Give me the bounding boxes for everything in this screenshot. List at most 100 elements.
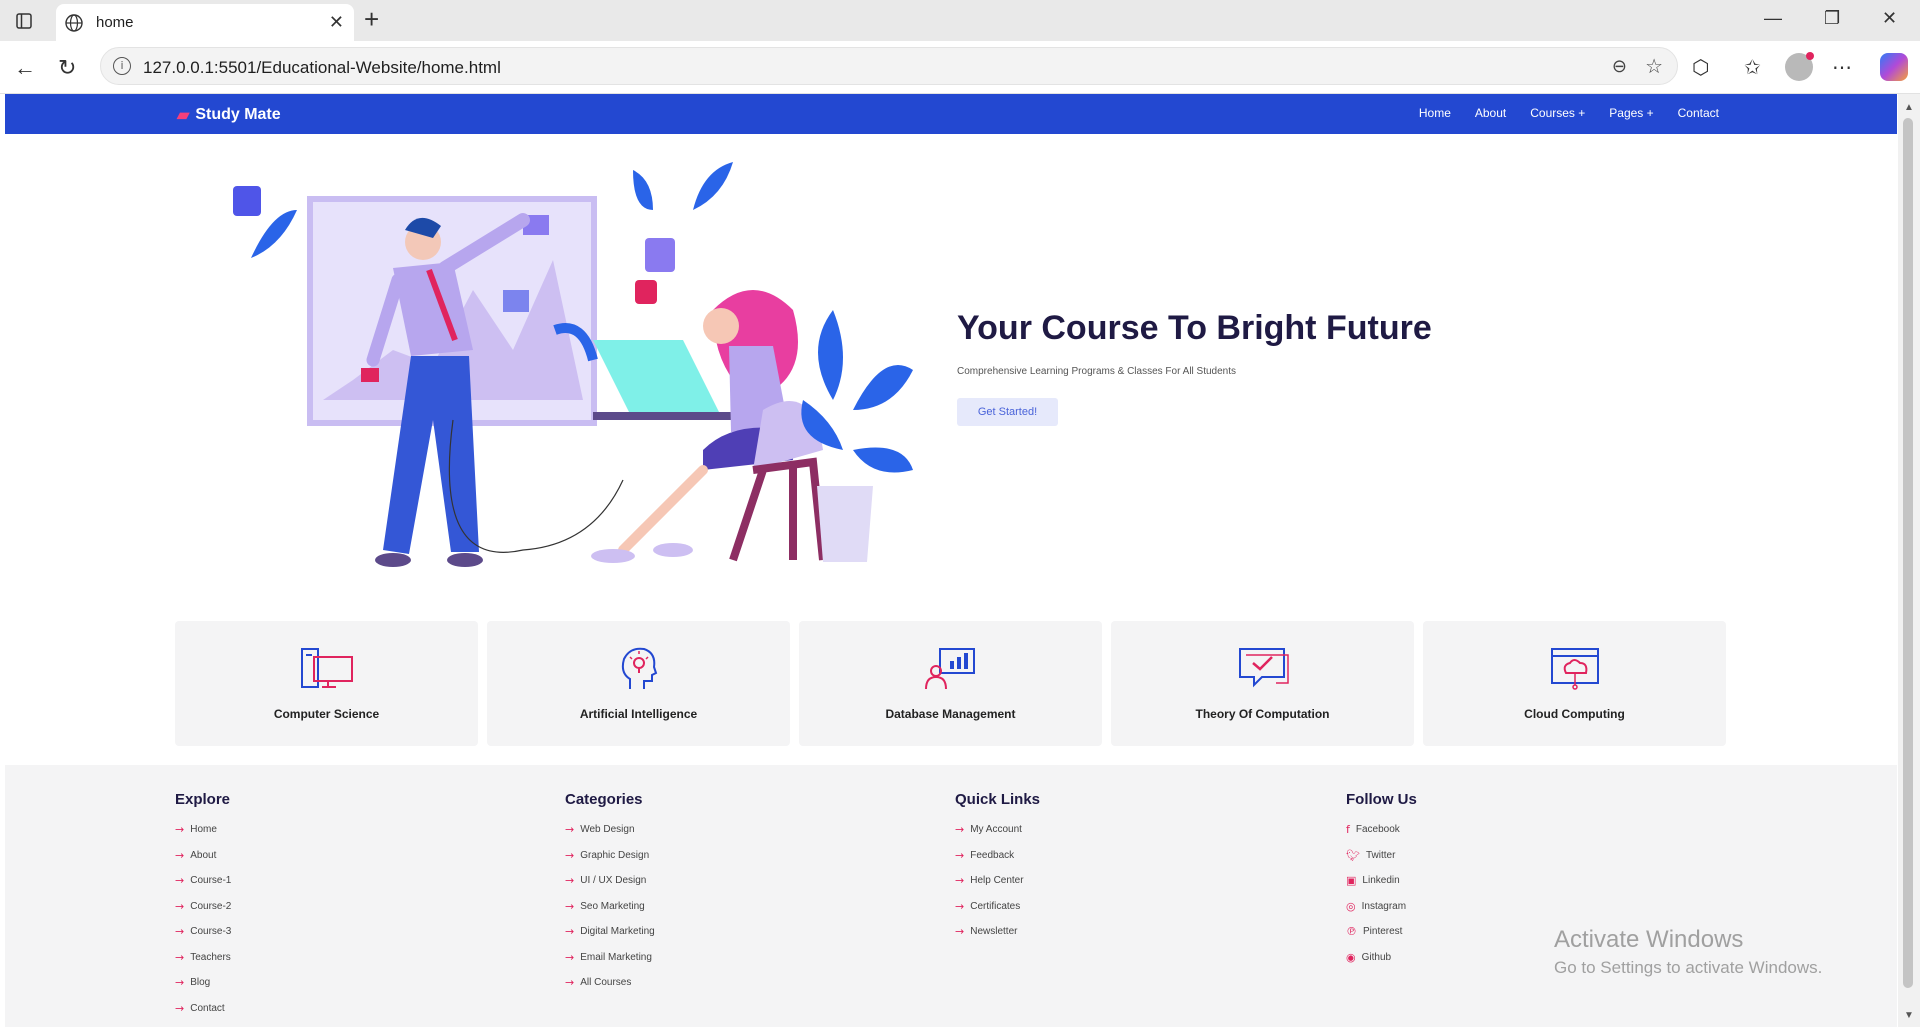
brand-logo[interactable]: ▰ Study Mate <box>177 105 281 125</box>
site-info-icon[interactable]: i <box>113 57 131 75</box>
url-text[interactable]: 127.0.0.1:5501/Educational-Website/home.… <box>143 58 501 78</box>
arrow-right-icon: → <box>565 899 575 913</box>
footer-link[interactable]: → Digital Marketing <box>565 919 655 945</box>
course-card-computer-science[interactable]: Computer Science <box>175 621 478 746</box>
footer-link[interactable]: → Course-1 <box>175 868 231 894</box>
favorite-star-icon[interactable]: ☆ <box>1645 54 1663 79</box>
footer-link[interactable]: → About <box>175 843 231 869</box>
footer-link[interactable]: → Feedback <box>955 843 1040 869</box>
footer-categories: Categories → Web Design → Graphic Design →… <box>565 791 655 996</box>
footer-link[interactable]: → Help Center <box>955 868 1040 894</box>
twitter-icon: 🐦︎ <box>1346 848 1360 862</box>
nav-contact[interactable]: Contact <box>1678 106 1719 120</box>
windows-activation-watermark: Activate Windows Go to Settings to activ… <box>1554 926 1822 978</box>
brain-bulb-icon <box>621 647 657 689</box>
close-tab-icon[interactable]: ✕ <box>329 12 344 33</box>
course-card-cloud-computing[interactable]: Cloud Computing <box>1423 621 1726 746</box>
footer-link[interactable]: → Graphic Design <box>565 843 655 869</box>
social-link-github[interactable]: ◉ Github <box>1346 945 1417 971</box>
course-label: Cloud Computing <box>1524 707 1625 721</box>
favorites-icon[interactable]: ✩ <box>1744 55 1761 80</box>
footer-link[interactable]: → Email Marketing <box>565 945 655 971</box>
graduation-cap-icon: ▰ <box>177 107 190 124</box>
site-header: ▰ Study Mate Home About Courses + Pages … <box>5 94 1897 134</box>
get-started-button[interactable]: Get Started! <box>957 398 1058 426</box>
new-tab-icon[interactable]: + <box>364 6 379 32</box>
scroll-up-icon[interactable]: ▲ <box>1904 102 1914 113</box>
hero-subtitle: Comprehensive Learning Programs & Classe… <box>957 366 1237 377</box>
arrow-right-icon: → <box>175 899 185 913</box>
footer-heading: Follow Us <box>1346 791 1417 808</box>
course-label: Theory Of Computation <box>1195 707 1330 721</box>
course-card-theory-of-computation[interactable]: Theory Of Computation <box>1111 621 1414 746</box>
footer-link[interactable]: → Seo Marketing <box>565 894 655 920</box>
scroll-thumb[interactable] <box>1903 118 1913 988</box>
main-nav: Home About Courses + Pages + Contact <box>1419 106 1719 120</box>
brand-name: Study Mate <box>195 106 281 123</box>
tab-actions-icon[interactable] <box>10 8 38 34</box>
reload-icon[interactable]: ↻ <box>58 55 76 81</box>
footer-follow-us: Follow Us f Facebook 🐦︎ Twitter ▣ Linkedin … <box>1346 791 1417 970</box>
course-card-artificial-intelligence[interactable]: Artificial Intelligence <box>487 621 790 746</box>
facebook-icon: f <box>1346 823 1350 837</box>
browser-toolbar: ← ↻ i 127.0.0.1:5501/Educational-Website… <box>0 41 1920 94</box>
arrow-right-icon: → <box>955 899 965 913</box>
footer-link[interactable]: → Course-3 <box>175 919 231 945</box>
watermark-line2: Go to Settings to activate Windows. <box>1554 958 1823 977</box>
restore-icon[interactable]: ❐ <box>1824 8 1840 29</box>
course-label: Artificial Intelligence <box>579 707 698 721</box>
footer-link[interactable]: → Blog <box>175 970 231 996</box>
arrow-right-icon: → <box>175 976 185 990</box>
chat-check-icon <box>1238 648 1289 688</box>
page-scrollbar[interactable]: ▲ ▼ <box>1898 94 1920 1027</box>
footer-heading: Categories <box>565 791 643 808</box>
browser-tab[interactable]: home ✕ <box>56 4 354 41</box>
footer-heading: Explore <box>175 791 231 808</box>
footer-link[interactable]: → Teachers <box>175 945 231 971</box>
footer-link[interactable]: → Newsletter <box>955 919 1040 945</box>
back-icon[interactable]: ← <box>14 55 36 81</box>
social-link-facebook[interactable]: f Facebook <box>1346 817 1417 843</box>
course-categories: Computer Science Artificial Intelligence <box>175 621 1726 746</box>
arrow-right-icon: → <box>565 874 575 888</box>
copilot-icon[interactable] <box>1880 53 1908 81</box>
arrow-right-icon: → <box>955 848 965 862</box>
footer-link[interactable]: → Home <box>175 817 231 843</box>
watermark-line1: Activate Windows <box>1554 926 1744 953</box>
social-link-pinterest[interactable]: ℗ Pinterest <box>1346 919 1417 945</box>
address-bar[interactable]: i 127.0.0.1:5501/Educational-Website/hom… <box>100 47 1678 85</box>
social-link-linkedin[interactable]: ▣ Linkedin <box>1346 868 1417 894</box>
course-label: Computer Science <box>273 707 380 721</box>
close-window-icon[interactable]: ✕ <box>1882 8 1897 29</box>
footer-link[interactable]: → All Courses <box>565 970 655 996</box>
course-label: Database Management <box>885 707 1016 721</box>
arrow-right-icon: → <box>955 874 965 888</box>
footer-link[interactable]: → Course-2 <box>175 894 231 920</box>
arrow-right-icon: → <box>565 976 575 990</box>
footer-link[interactable]: → Web Design <box>565 817 655 843</box>
footer-link[interactable]: → UI / UX Design <box>565 868 655 894</box>
nav-pages[interactable]: Pages + <box>1609 106 1653 120</box>
github-icon: ◉ <box>1346 950 1356 964</box>
page-viewport: ▰ Study Mate Home About Courses + Pages … <box>5 94 1897 1027</box>
footer-quick-links: Quick Links → My Account → Feedback → Help … <box>955 791 1040 945</box>
nav-about[interactable]: About <box>1475 106 1506 120</box>
course-card-database-management[interactable]: Database Management <box>799 621 1102 746</box>
scroll-down-icon[interactable]: ▼ <box>1904 1010 1914 1021</box>
footer-link[interactable]: → Certificates <box>955 894 1040 920</box>
social-link-instagram[interactable]: ◎ Instagram <box>1346 894 1417 920</box>
nav-courses[interactable]: Courses + <box>1530 106 1585 120</box>
social-link-twitter[interactable]: 🐦︎ Twitter <box>1346 843 1417 869</box>
arrow-right-icon: → <box>175 1001 185 1015</box>
arrow-right-icon: → <box>175 874 185 888</box>
nav-home[interactable]: Home <box>1419 106 1451 120</box>
computer-icon <box>300 648 353 688</box>
footer-link[interactable]: → Contact <box>175 996 231 1022</box>
arrow-right-icon: → <box>565 925 575 939</box>
zoom-out-icon[interactable]: ⊖ <box>1612 56 1627 77</box>
more-options-icon[interactable]: ⋯ <box>1832 55 1852 80</box>
presentation-icon <box>924 648 975 690</box>
minimize-icon[interactable]: — <box>1764 8 1782 29</box>
footer-link[interactable]: → My Account <box>955 817 1040 843</box>
extensions-icon[interactable]: ⬡ <box>1692 55 1709 80</box>
